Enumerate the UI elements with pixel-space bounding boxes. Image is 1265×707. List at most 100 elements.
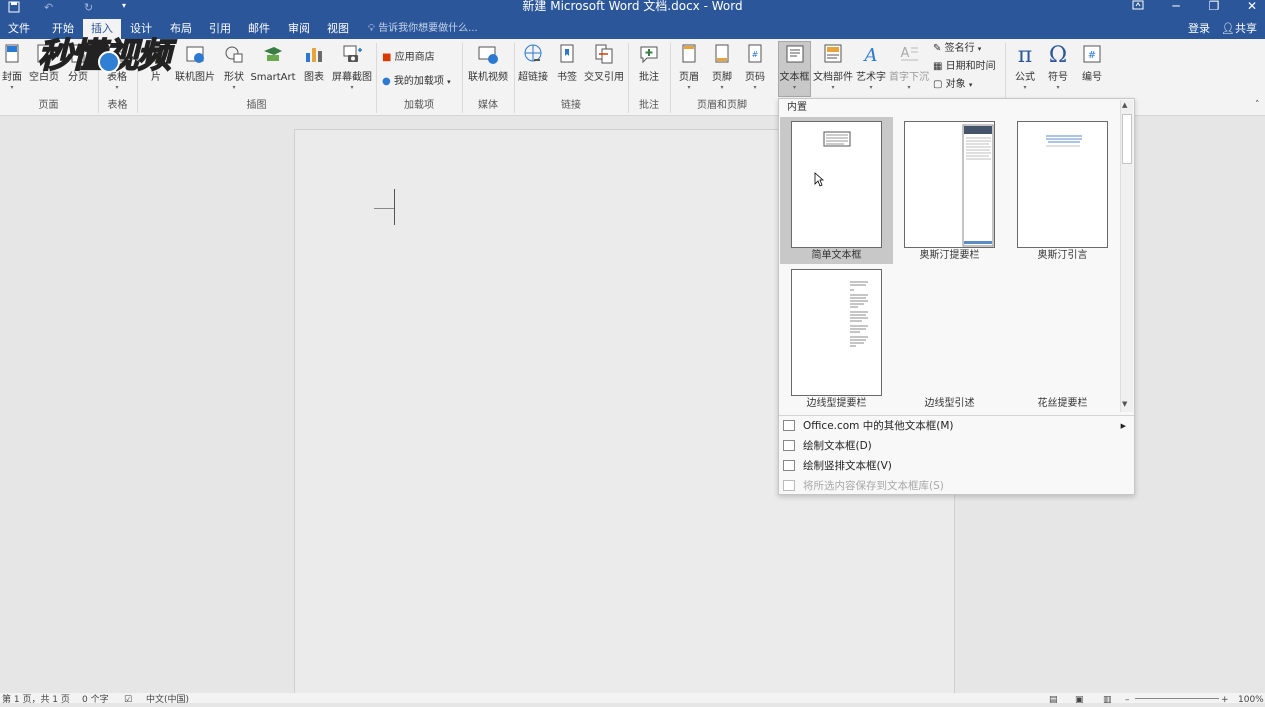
- share-button[interactable]: 👤︎共享: [1221, 19, 1257, 39]
- dropdown-arrow-icon: ▾: [232, 84, 236, 91]
- submenu-arrow-icon: ▶: [1120, 422, 1126, 430]
- page-number-button[interactable]: # 页码 ▾: [741, 42, 769, 92]
- store-label: 应用商店: [394, 52, 435, 63]
- online-video-button[interactable]: 联机视频: [466, 42, 510, 84]
- tab-mailings[interactable]: 邮件: [240, 19, 278, 39]
- shapes-icon: [225, 46, 243, 63]
- bookmark-button[interactable]: 书签: [553, 42, 581, 84]
- footer-label: 页脚: [712, 72, 732, 83]
- ribbon-tabs: 文件 开始 插入 设计 布局 引用 邮件 审阅 视图 💡︎ 告诉我你想要做什么.…: [0, 19, 1265, 39]
- number-icon: #: [1083, 45, 1101, 63]
- cross-reference-icon: [595, 44, 613, 64]
- header-label: 页眉: [679, 72, 699, 83]
- cross-reference-button[interactable]: 交叉引用: [583, 42, 625, 84]
- svg-text:#: #: [752, 50, 759, 59]
- scroll-up-icon[interactable]: ▲: [1122, 101, 1127, 109]
- tell-me-box[interactable]: 💡︎ 告诉我你想要做什么...: [368, 19, 478, 39]
- hyperlink-button[interactable]: 超链接: [516, 42, 550, 84]
- screenshot-button[interactable]: 屏幕截图 ▾: [330, 42, 374, 92]
- pi-icon: π: [1018, 43, 1032, 68]
- dropdown-arrow-icon: ▾: [447, 78, 451, 86]
- tab-review[interactable]: 审阅: [280, 19, 318, 39]
- word-count[interactable]: 0 个字: [82, 693, 109, 707]
- drop-cap-button[interactable]: A 首字下沉 ▾: [888, 42, 930, 92]
- wordart-label: 艺术字: [856, 72, 886, 83]
- smartart-icon: [264, 47, 282, 61]
- svg-text:π: π: [1018, 43, 1032, 65]
- collapse-ribbon-icon[interactable]: ˄: [1255, 100, 1260, 110]
- header-button[interactable]: 页眉 ▾: [675, 42, 703, 92]
- page-count[interactable]: 第 1 页，共 1 页: [2, 693, 70, 707]
- comment-icon: [640, 46, 658, 64]
- smartart-button[interactable]: SmartArt: [250, 42, 296, 84]
- gallery-item-simple-textbox[interactable]: 简单文本框: [780, 117, 893, 264]
- login-link[interactable]: 登录: [1188, 19, 1210, 39]
- online-pictures-button[interactable]: 联机图片: [173, 42, 217, 84]
- scroll-thumb[interactable]: [1122, 114, 1132, 164]
- zoom-level[interactable]: 100%: [1238, 693, 1264, 707]
- quick-parts-button[interactable]: 文档部件 ▾: [813, 42, 853, 92]
- menu-item-draw-vertical-textbox[interactable]: 绘制竖排文本框(V): [779, 456, 1134, 476]
- scroll-down-icon[interactable]: ▼: [1122, 400, 1127, 408]
- tab-file[interactable]: 文件: [0, 19, 38, 39]
- my-addins-button[interactable]: ● 我的加载项 ▾: [382, 75, 451, 89]
- menu-item-save-selection[interactable]: 将所选内容保存到文本框库(S): [779, 476, 1134, 496]
- signature-line-button[interactable]: ✎ 签名行 ▾: [933, 42, 981, 56]
- gallery-item-filigree-sidebar[interactable]: 花丝提要栏: [1006, 265, 1119, 412]
- quick-parts-label: 文档部件: [813, 72, 853, 83]
- text-cursor: [394, 189, 395, 225]
- svg-text:A: A: [901, 46, 910, 61]
- dropdown-arrow-icon: ▾: [115, 84, 119, 91]
- addins-icon: ●: [382, 76, 391, 87]
- thumbnail-preview: [904, 121, 995, 248]
- zoom-slider[interactable]: [1135, 698, 1219, 699]
- date-time-button[interactable]: ▦ 日期和时间: [933, 60, 996, 74]
- restore-icon[interactable]: ❐: [1195, 0, 1233, 13]
- symbol-button[interactable]: Ω 符号 ▾: [1043, 42, 1073, 92]
- my-addins-label: 我的加载项: [393, 76, 444, 87]
- equation-label: 公式: [1015, 72, 1035, 83]
- new-comment-button[interactable]: 批注: [634, 42, 664, 84]
- shapes-button[interactable]: 形状 ▾: [220, 42, 248, 92]
- tab-view[interactable]: 视图: [319, 19, 357, 39]
- group-media-label: 媒体: [478, 100, 498, 111]
- gallery-item-label: 边线型提要栏: [806, 398, 867, 409]
- close-icon[interactable]: ✕: [1233, 0, 1265, 13]
- status-bar: 第 1 页，共 1 页 0 个字 ☑ 中文(中国) ▤ ▣ ▥ – + 100%: [0, 693, 1265, 705]
- gallery-item-austin-quote[interactable]: 奥斯汀引言: [1006, 117, 1119, 264]
- equation-button[interactable]: π 公式 ▾: [1010, 42, 1040, 92]
- online-pictures-label: 联机图片: [175, 72, 215, 83]
- read-mode-icon[interactable]: ▤: [1049, 693, 1058, 707]
- online-video-icon: [478, 46, 498, 64]
- thumbnail-preview: [791, 269, 882, 396]
- ribbon-display-icon[interactable]: [1119, 0, 1157, 13]
- thumbnail-preview: [791, 121, 882, 248]
- gallery-item-sideline-quote[interactable]: 边线型引述: [893, 265, 1006, 412]
- object-button[interactable]: ▢ 对象 ▾: [933, 78, 972, 92]
- footer-button[interactable]: 页脚 ▾: [708, 42, 736, 92]
- store-button[interactable]: ■ 应用商店: [382, 51, 435, 65]
- dropdown-arrow-icon: ▾: [869, 84, 873, 91]
- menu-item-draw-textbox[interactable]: 绘制文本框(D): [779, 436, 1134, 456]
- tab-references[interactable]: 引用: [201, 19, 239, 39]
- gallery-scrollbar[interactable]: ▲ ▼: [1120, 100, 1133, 412]
- number-button[interactable]: # 编号: [1077, 42, 1107, 84]
- print-layout-icon[interactable]: ▣: [1075, 693, 1084, 707]
- chart-button[interactable]: 图表: [300, 42, 328, 84]
- language[interactable]: 中文(中国): [146, 693, 189, 707]
- date-time-label: 日期和时间: [945, 61, 996, 72]
- web-layout-icon[interactable]: ▥: [1103, 693, 1112, 707]
- proofing-icon[interactable]: ☑: [124, 693, 132, 707]
- minimize-icon[interactable]: ─: [1157, 0, 1195, 13]
- wordart-button[interactable]: A 艺术字 ▾: [855, 42, 887, 92]
- gallery-item-sideline-sidebar[interactable]: 边线型提要栏: [780, 265, 893, 412]
- zoom-in-icon[interactable]: +: [1221, 693, 1229, 707]
- textbox-button[interactable]: 文本框 ▾: [778, 41, 811, 97]
- cover-page-button[interactable]: 封面 ▾: [0, 42, 24, 92]
- gallery-item-austin-sidebar[interactable]: 奥斯汀提要栏: [893, 117, 1006, 264]
- drop-cap-icon: A: [901, 46, 918, 61]
- quick-parts-icon: [824, 44, 842, 63]
- zoom-out-icon[interactable]: –: [1125, 693, 1130, 707]
- bookmark-label: 书签: [557, 72, 577, 83]
- menu-item-more-textboxes[interactable]: Office.com 中的其他文本框(M) ▶: [779, 416, 1134, 436]
